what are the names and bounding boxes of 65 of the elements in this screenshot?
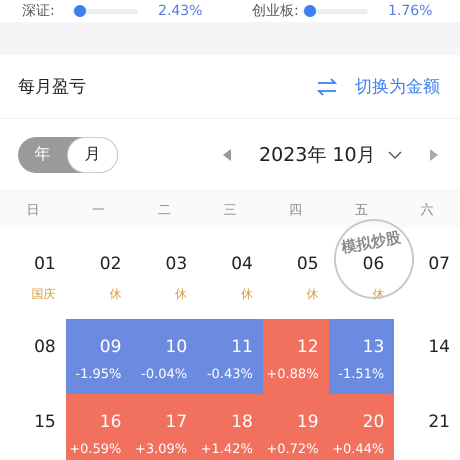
day-number: 05 [296,253,319,274]
daily-change: +0.44% [332,442,384,457]
day-cell[interactable]: 12 +0.88% [262,319,329,394]
day-number: 04 [231,253,253,274]
day-number: 19 [296,411,319,432]
period-tab[interactable]: 月 [67,136,118,172]
daily-change: -1.51% [338,367,384,382]
weekday-label: 日 [25,202,40,218]
next-month-icon[interactable] [430,148,438,160]
holiday-note: 国庆 [32,286,56,303]
day-cell[interactable]: 18 +1.42% [197,394,263,460]
day-number: 11 [231,336,253,357]
day-cell[interactable]: 19 +0.72% [262,394,329,460]
day-number: 14 [428,336,450,357]
chevron-down-icon[interactable] [388,150,402,158]
day-number: 17 [166,411,188,432]
day-number: 16 [100,411,122,432]
weekday-label: 一 [91,202,106,218]
switch-amount-button[interactable]: 切换为金额 [355,75,440,98]
holiday-note: 休 [175,286,188,303]
previous-month-icon[interactable] [223,148,231,160]
daily-change: -0.04% [141,367,188,382]
index-label: 深证: [22,2,56,20]
day-number: 06 [362,253,384,274]
index-value: 1.76% [388,3,432,19]
daily-change: +0.88% [266,367,319,382]
day-number: 13 [362,336,384,357]
day-cell[interactable]: 20 +0.44% [328,394,394,460]
day-number: 03 [166,253,188,274]
holiday-note: 休 [109,286,122,303]
day-number: 10 [166,336,188,357]
weekday-label: 四 [288,202,304,218]
daily-change: +0.59% [69,442,122,457]
day-number: 12 [296,336,319,357]
day-number: 02 [100,253,122,274]
day-cell[interactable]: 10 -0.04% [131,319,198,394]
daily-change: -0.43% [206,367,253,382]
period-tab[interactable]: 年 [18,136,67,172]
daily-change: +0.72% [266,442,319,457]
day-number: 08 [34,336,56,357]
index-label: 创业板: [252,2,300,20]
day-number: 07 [428,253,450,274]
weekday-label: 六 [420,202,435,218]
daily-change: +1.42% [200,442,253,457]
holiday-note: 休 [240,286,253,303]
weekday-label: 三 [222,202,238,218]
daily-change: -1.95% [75,367,122,382]
day-number: 18 [231,411,253,432]
month-title[interactable]: 2023年 10月 [259,142,376,168]
day-number: 09 [100,336,122,357]
weekday-label: 二 [156,202,172,218]
holiday-note: 休 [306,286,319,303]
daily-change: +3.09% [134,442,188,457]
day-number: 15 [34,411,56,432]
day-number: 01 [34,253,56,274]
day-number: 20 [362,411,384,432]
day-cell[interactable]: 16 +0.59% [66,394,132,460]
index-value: 2.43% [158,3,202,19]
swap-icon[interactable] [317,78,337,96]
day-number: 21 [428,411,450,432]
day-cell[interactable]: 09 -1.95% [66,319,132,394]
day-cell[interactable]: 17 +3.09% [131,394,198,460]
day-cell[interactable]: 11 -0.43% [197,319,263,394]
day-cell[interactable]: 13 -1.51% [328,319,394,394]
section-title: 每月盈亏 [18,76,86,98]
